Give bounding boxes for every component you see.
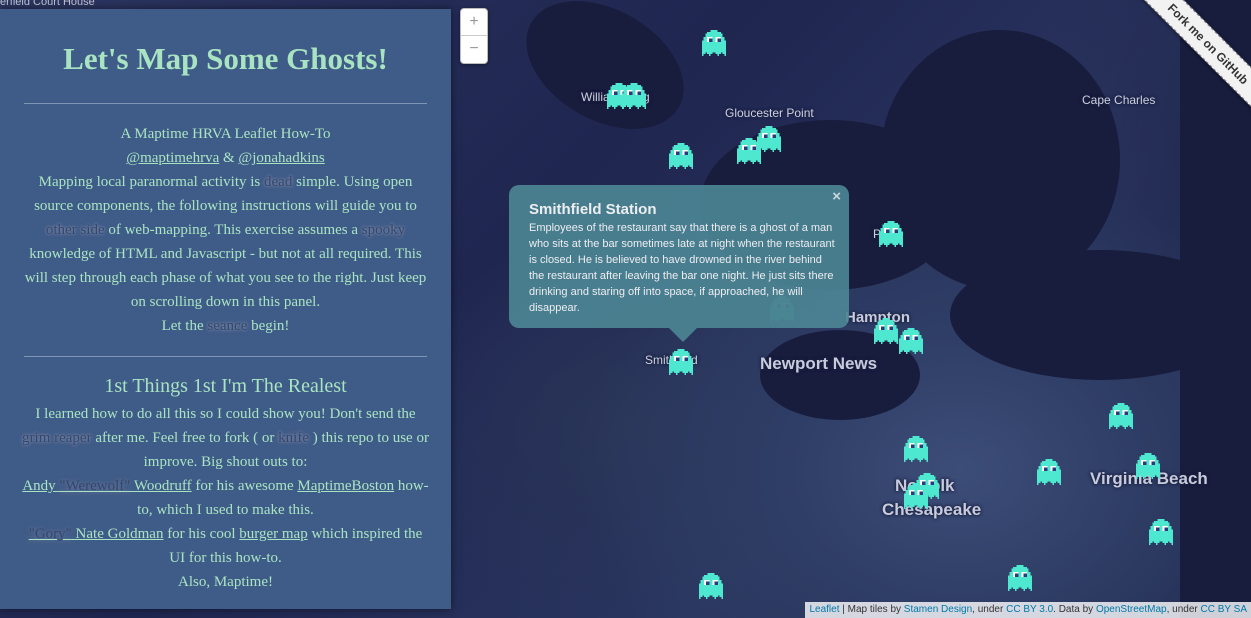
attribution-text: , under [1166, 604, 1201, 615]
osm-link[interactable]: OpenStreetMap [1096, 604, 1167, 615]
divider [24, 103, 427, 104]
attribution-text: | Map tiles by [839, 604, 904, 615]
popup-title: Smithfield Station [529, 201, 657, 218]
text-run: of web-mapping. This exercise assumes a [104, 222, 362, 238]
subtitle: A Maptime HRVA Leaflet How-To [120, 126, 331, 142]
zoom-control: + − [460, 8, 488, 64]
info-panel[interactable]: Let's Map Some Ghosts! A Maptime HRVA Le… [0, 9, 451, 609]
ghost-icon[interactable] [1037, 459, 1061, 485]
cc-by-sa-link[interactable]: CC BY SA [1201, 604, 1248, 615]
ghost-icon[interactable] [699, 573, 723, 599]
map-place-label: erfield Court House [0, 0, 95, 8]
map-attribution: Leaflet | Map tiles by Stamen Design, un… [805, 602, 1251, 618]
spooky-word: other side [45, 222, 105, 238]
ghost-icon[interactable] [669, 143, 693, 169]
section-paragraph: I learned how to do all this so I could … [22, 402, 429, 474]
ghost-icon[interactable] [622, 83, 646, 109]
attribution-text: , under [972, 604, 1007, 615]
burger-map-link[interactable]: burger map [239, 526, 307, 542]
place-label-chesapeake: Chesapeake [882, 500, 982, 519]
amp-text: & [219, 150, 239, 166]
ghost-icon[interactable] [1008, 565, 1032, 591]
ghost-icon[interactable] [1109, 403, 1133, 429]
place-label-newport-news: Newport News [760, 354, 878, 373]
intro-section: A Maptime HRVA Leaflet How-To @maptimehr… [0, 122, 451, 338]
text-run: Mapping local paranormal activity is [38, 174, 265, 190]
spooky-word: spooky [361, 222, 406, 238]
nickname: "Werewolf" [59, 478, 131, 494]
nate-link[interactable]: "Gory" Nate Goldman [29, 526, 164, 542]
text-run: knowledge of HTML and Javascript - but n… [24, 246, 427, 310]
section-heading: 1st Things 1st I'm The Realest [104, 375, 347, 397]
andy-link[interactable]: Andy "Werewolf" Woodruff [22, 478, 191, 494]
ghost-icon[interactable] [702, 30, 726, 56]
ghost-icon[interactable] [904, 436, 928, 462]
place-label-gloucester-point: Gloucester Point [725, 106, 814, 120]
zoom-out-button[interactable]: − [461, 36, 487, 62]
page-title: Let's Map Some Ghosts! [63, 41, 388, 76]
spooky-word: grim reaper [22, 430, 92, 446]
ghost-icon[interactable] [879, 221, 903, 247]
also-maptime: Also, Maptime! [178, 574, 273, 590]
intro-paragraph: Mapping local paranormal activity is dea… [22, 170, 429, 314]
seance-line: Let the seance begin! [22, 314, 429, 338]
nickname: "Gory" [28, 526, 72, 542]
maptimehrva-link[interactable]: @maptimehrva [126, 150, 219, 166]
text-run: for his cool [163, 526, 240, 542]
ghost-popup: × Smithfield Station Employees of the re… [509, 185, 849, 342]
attribution-text: . Data by [1053, 604, 1096, 615]
divider [24, 356, 427, 357]
ghost-icon[interactable] [669, 349, 693, 375]
shoutout-nate: "Gory" Nate Goldman for his cool burger … [22, 522, 429, 570]
text-run: for his awesome [191, 478, 298, 494]
place-label-cape-charles: Cape Charles [1082, 93, 1156, 107]
text-run: begin! [247, 318, 290, 334]
ghost-icon[interactable] [874, 318, 898, 344]
text-run: I learned how to do all this so I could … [35, 406, 416, 422]
text-run: after me. Feel free to fork ( or [91, 430, 279, 446]
shoutout-andy: Andy "Werewolf" Woodruff for his awesome… [22, 474, 429, 522]
spooky-word: knife [278, 430, 309, 446]
ghost-icon[interactable] [904, 483, 928, 509]
maptimeboston-link[interactable]: MaptimeBoston [297, 478, 394, 494]
popup-body: Employees of the restaurant say that the… [529, 222, 835, 314]
ghost-icon[interactable] [757, 126, 781, 152]
section-body: I learned how to do all this so I could … [0, 402, 451, 594]
popup-close-button[interactable]: × [832, 188, 841, 205]
jonahadkins-link[interactable]: @jonahadkins [238, 150, 324, 166]
text-run: Woodruff [130, 478, 192, 494]
text-run: Nate Goldman [71, 526, 164, 542]
text-run: Andy [22, 478, 60, 494]
ghost-icon[interactable] [1149, 519, 1173, 545]
zoom-in-button[interactable]: + [461, 9, 487, 36]
leaflet-link[interactable]: Leaflet [809, 604, 839, 615]
cc-by-link[interactable]: CC BY 3.0 [1006, 604, 1053, 615]
text-run: Let the [161, 318, 208, 334]
ghost-icon[interactable] [1136, 453, 1160, 479]
spooky-word: seance [207, 318, 248, 334]
water-area [503, 0, 707, 156]
handles-line: @maptimehrva & @jonahadkins [22, 146, 429, 170]
spooky-word: dead [264, 174, 293, 190]
ghost-icon[interactable] [899, 328, 923, 354]
stamen-link[interactable]: Stamen Design [904, 604, 972, 615]
